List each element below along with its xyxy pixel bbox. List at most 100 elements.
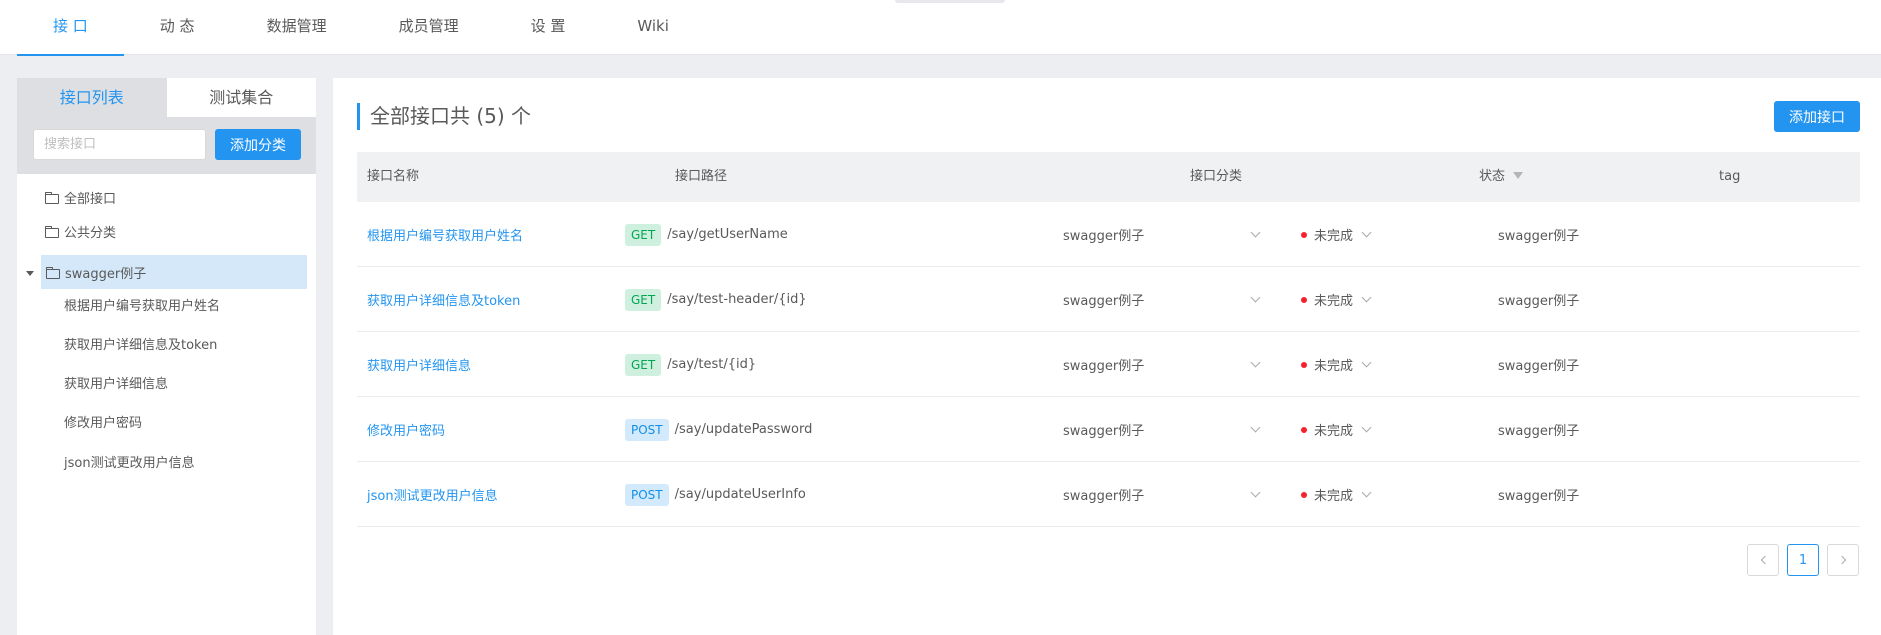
prev-page-button[interactable]	[1747, 544, 1779, 576]
api-path: /say/test-header/{id}	[667, 292, 807, 307]
left-panel: 接口列表 测试集合 添加分类 全部接口 公共分类 swagger例子 根据用户编…	[17, 78, 316, 635]
method-badge: GET	[625, 223, 662, 246]
api-name-link[interactable]: 根据用户编号获取用户姓名	[367, 225, 523, 244]
left-tabs: 接口列表 测试集合	[17, 78, 316, 117]
table-row: 根据用户编号获取用户姓名 GET/say/getUserName swagger…	[357, 202, 1860, 267]
tree-child-item[interactable]: json测试更改用户信息	[64, 444, 195, 484]
tree-child-item[interactable]: 获取用户详细信息及token	[64, 326, 217, 366]
method-badge: GET	[625, 353, 662, 376]
top-tabs: 接 口 动 态 数据管理 成员管理 设 置 Wiki	[17, 0, 705, 56]
status-dot	[1301, 296, 1307, 303]
api-name-link[interactable]: 获取用户详细信息及token	[367, 290, 520, 309]
tab-data-management[interactable]: 数据管理	[231, 0, 363, 55]
tab-api-list[interactable]: 接口列表	[17, 78, 167, 117]
page-1-button[interactable]: 1	[1787, 544, 1819, 576]
api-name-link[interactable]: 获取用户详细信息	[367, 355, 471, 374]
category-value: swagger例子	[1063, 489, 1145, 504]
column-header-name: 接口名称	[367, 169, 420, 184]
status-select[interactable]: 未完成	[1301, 420, 1372, 439]
category-value: swagger例子	[1063, 424, 1145, 439]
add-api-button[interactable]: 添加接口	[1774, 101, 1860, 132]
chevron-down-icon	[1250, 487, 1261, 498]
tab-activity[interactable]: 动 态	[124, 0, 231, 55]
filter-icon[interactable]	[1513, 172, 1524, 179]
chevron-down-icon	[1361, 227, 1372, 238]
api-table: 接口名称 接口路径 接口分类 状态 tag 根据用户编号获取用户姓名 GET/s…	[357, 152, 1860, 527]
method-badge: POST	[625, 483, 669, 506]
category-value: swagger例子	[1063, 294, 1145, 309]
column-header-status-label: 状态	[1479, 169, 1506, 184]
top-nav: 接 口 动 态 数据管理 成员管理 设 置 Wiki	[0, 0, 1881, 56]
tree-item-swagger[interactable]: swagger例子	[41, 255, 307, 289]
status-dot	[1301, 426, 1307, 433]
column-header-category: 接口分类	[1190, 169, 1243, 184]
chevron-right-icon	[1837, 555, 1846, 565]
search-bar: 添加分类	[17, 117, 316, 174]
tag-value: swagger例子	[1498, 489, 1580, 504]
tab-member-management[interactable]: 成员管理	[363, 0, 495, 55]
status-dot	[1301, 491, 1307, 498]
table-row: 修改用户密码 POST/say/updatePassword swagger例子…	[357, 397, 1860, 462]
status-value: 未完成	[1314, 489, 1354, 504]
tab-wiki[interactable]: Wiki	[601, 0, 705, 55]
status-select[interactable]: 未完成	[1301, 485, 1372, 504]
page-title: 全部接口共 (5) 个	[357, 103, 531, 130]
status-select[interactable]: 未完成	[1301, 355, 1372, 374]
api-path: /say/getUserName	[667, 227, 788, 242]
chevron-down-icon	[1361, 422, 1372, 433]
chevron-left-icon	[1760, 555, 1769, 565]
next-page-button[interactable]	[1827, 544, 1859, 576]
chevron-down-icon	[1250, 357, 1261, 368]
tab-test-collection[interactable]: 测试集合	[166, 78, 316, 117]
tree-item-public[interactable]: 公共分类	[17, 211, 316, 251]
tree-child-item[interactable]: 根据用户编号获取用户姓名	[64, 287, 220, 327]
category-select[interactable]: swagger例子	[1051, 220, 1271, 250]
chevron-down-icon	[1250, 422, 1261, 433]
tab-settings[interactable]: 设 置	[495, 0, 602, 55]
status-select[interactable]: 未完成	[1301, 225, 1372, 244]
column-header-status: 状态	[1479, 152, 1524, 202]
api-path: /say/test/{id}	[667, 357, 757, 372]
table-row: 获取用户详细信息及token GET/say/test-header/{id} …	[357, 267, 1860, 332]
category-value: swagger例子	[1063, 229, 1145, 244]
tree-child-item[interactable]: 获取用户详细信息	[64, 365, 168, 405]
tag-value: swagger例子	[1498, 229, 1580, 244]
table-header: 接口名称 接口路径 接口分类 状态 tag	[357, 152, 1860, 202]
tree-item-label: 全部接口	[64, 191, 117, 207]
category-select[interactable]: swagger例子	[1051, 350, 1271, 380]
status-select[interactable]: 未完成	[1301, 290, 1372, 309]
chevron-down-icon	[1361, 487, 1372, 498]
status-value: 未完成	[1314, 359, 1354, 374]
method-badge: POST	[625, 418, 669, 441]
top-notch	[895, 0, 1005, 3]
category-value: swagger例子	[1063, 359, 1145, 374]
chevron-down-icon	[1361, 292, 1372, 303]
tree-item-label: 公共分类	[64, 225, 117, 241]
category-select[interactable]: swagger例子	[1051, 480, 1271, 510]
category-select[interactable]: swagger例子	[1051, 285, 1271, 315]
search-input[interactable]	[33, 129, 206, 160]
add-category-button[interactable]: 添加分类	[215, 129, 301, 160]
tag-value: swagger例子	[1498, 294, 1580, 309]
api-path: /say/updateUserInfo	[674, 487, 806, 502]
folder-icon	[46, 266, 60, 279]
chevron-down-icon	[1361, 357, 1372, 368]
api-path: /say/updatePassword	[674, 422, 813, 437]
tab-api[interactable]: 接 口	[17, 0, 124, 56]
tree-child-item[interactable]: 修改用户密码	[64, 404, 142, 444]
method-badge: GET	[625, 288, 662, 311]
status-value: 未完成	[1314, 229, 1354, 244]
api-name-link[interactable]: json测试更改用户信息	[367, 485, 498, 504]
tag-value: swagger例子	[1498, 359, 1580, 374]
status-dot	[1301, 231, 1307, 238]
caret-down-icon[interactable]	[26, 271, 34, 276]
tag-value: swagger例子	[1498, 424, 1580, 439]
api-name-link[interactable]: 修改用户密码	[367, 420, 445, 439]
table-row: json测试更改用户信息 POST/say/updateUserInfo swa…	[357, 462, 1860, 527]
chevron-down-icon	[1250, 292, 1261, 303]
column-header-path: 接口路径	[675, 169, 728, 184]
folder-icon	[45, 225, 59, 238]
table-body: 根据用户编号获取用户姓名 GET/say/getUserName swagger…	[357, 202, 1860, 527]
main-panel: 全部接口共 (5) 个 添加接口 接口名称 接口路径 接口分类 状态 tag 根…	[333, 78, 1881, 635]
category-select[interactable]: swagger例子	[1051, 415, 1271, 445]
